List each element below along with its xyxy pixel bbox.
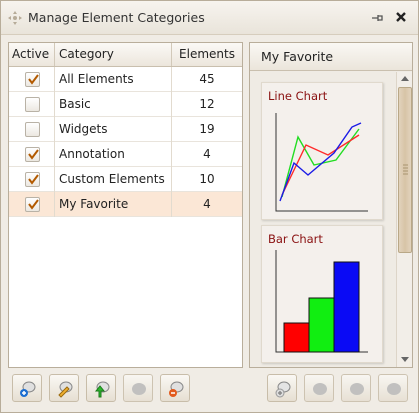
element-action-button[interactable]	[304, 374, 334, 402]
line-chart-thumbnail-icon	[275, 113, 368, 212]
table-row-selected[interactable]: My Favorite 4	[9, 192, 242, 217]
element-disabled-icon	[387, 383, 401, 395]
column-header-category[interactable]: Category	[55, 43, 172, 66]
active-cell	[9, 167, 55, 192]
column-header-active[interactable]: Active	[9, 43, 55, 66]
scroll-down-icon[interactable]	[398, 352, 412, 366]
element-label: Line Chart	[268, 89, 328, 103]
import-category-icon	[94, 381, 110, 398]
favorite-elements-list: Line Chart Bar Chart	[250, 72, 396, 367]
table-row[interactable]: Basic 12	[9, 92, 242, 117]
category-name: Basic	[55, 92, 172, 117]
table-row[interactable]: Annotation 4	[9, 142, 242, 167]
table-header: Active Category Elements	[9, 43, 242, 67]
import-category-button[interactable]	[86, 374, 116, 402]
edit-category-button[interactable]	[49, 374, 79, 402]
active-checkbox[interactable]	[25, 147, 40, 162]
active-checkbox[interactable]	[25, 122, 40, 137]
pin-icon[interactable]	[370, 11, 384, 25]
category-name: All Elements	[55, 67, 172, 92]
window-title: Manage Element Categories	[28, 10, 205, 25]
edit-category-icon	[58, 381, 73, 398]
active-checkbox[interactable]	[25, 172, 40, 187]
add-category-button[interactable]	[12, 374, 42, 402]
manage-categories-window: Manage Element Categories Active Categor…	[0, 0, 419, 413]
favorite-panel-title: My Favorite	[261, 49, 334, 64]
category-name: My Favorite	[55, 192, 172, 217]
element-disabled-icon	[313, 383, 327, 395]
element-action-button[interactable]	[378, 374, 408, 402]
scroll-up-icon[interactable]	[398, 72, 412, 86]
bar-chart-element[interactable]: Bar Chart	[261, 225, 383, 363]
category-disabled-icon	[132, 383, 146, 395]
add-element-button[interactable]	[267, 374, 297, 402]
active-cell	[9, 67, 55, 92]
element-label: Bar Chart	[268, 232, 323, 246]
grip-icon	[403, 164, 408, 175]
active-checkbox[interactable]	[25, 72, 40, 87]
move-icon[interactable]	[8, 11, 22, 25]
remove-category-icon	[169, 381, 184, 397]
column-header-elements[interactable]: Elements	[172, 43, 242, 66]
favorite-elements-panel: My Favorite Line Chart Bar Chart	[249, 42, 413, 368]
favorites-scrollbar[interactable]	[396, 72, 412, 367]
element-count: 19	[199, 122, 215, 136]
favorite-panel-header: My Favorite	[250, 43, 412, 71]
line-chart-element[interactable]: Line Chart	[261, 82, 383, 220]
category-name: Custom Elements	[55, 167, 172, 192]
active-cell	[9, 117, 55, 142]
remove-category-button[interactable]	[160, 374, 190, 402]
categories-table: Active Category Elements All Elements 45…	[8, 42, 243, 368]
table-row[interactable]: Custom Elements 10	[9, 167, 242, 192]
element-action-button[interactable]	[341, 374, 371, 402]
title-bar[interactable]: Manage Element Categories	[1, 1, 418, 35]
element-count: 10	[199, 172, 215, 186]
add-category-icon	[20, 381, 36, 397]
active-cell	[9, 192, 55, 217]
active-checkbox[interactable]	[25, 197, 40, 212]
bar-chart-thumbnail-icon	[275, 250, 368, 353]
table-row[interactable]: All Elements 45	[9, 67, 242, 92]
category-name: Annotation	[55, 142, 172, 167]
element-disabled-icon	[350, 383, 364, 395]
element-count: 4	[203, 147, 211, 161]
active-cell	[9, 142, 55, 167]
active-cell	[9, 92, 55, 117]
scrollbar-thumb[interactable]	[398, 87, 412, 253]
element-count: 12	[199, 97, 215, 111]
table-row[interactable]: Widgets 19	[9, 117, 242, 142]
category-name: Widgets	[55, 117, 172, 142]
element-count: 4	[203, 197, 211, 211]
category-action-button[interactable]	[123, 374, 153, 402]
active-checkbox[interactable]	[25, 97, 40, 112]
add-element-icon	[275, 381, 291, 398]
close-icon[interactable]	[394, 10, 408, 24]
element-count: 45	[199, 72, 215, 86]
